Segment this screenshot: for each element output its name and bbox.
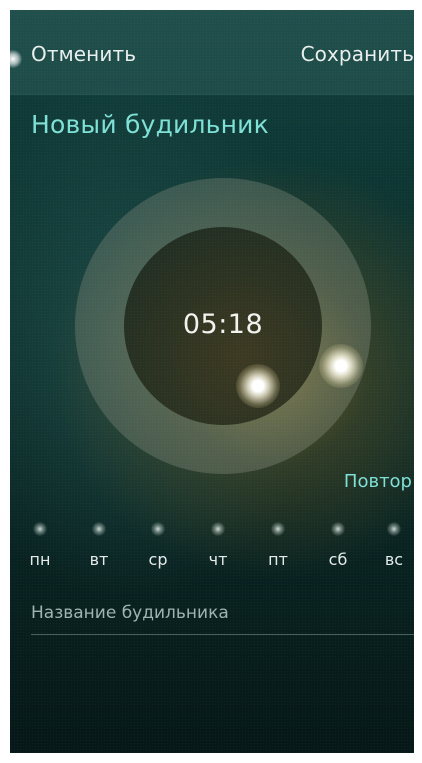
day-label: чт bbox=[208, 550, 228, 569]
time-display: 05:18 bbox=[182, 309, 264, 340]
day-indicator-icon bbox=[151, 522, 165, 536]
day-toggle-mon[interactable]: пн bbox=[20, 520, 60, 580]
day-indicator-icon bbox=[271, 522, 285, 536]
day-toggle-wed[interactable]: ср bbox=[138, 520, 178, 580]
repeat-button[interactable]: Повтор bbox=[344, 471, 412, 492]
day-indicator-icon bbox=[387, 522, 401, 536]
time-dial[interactable]: 05:18 bbox=[75, 178, 371, 474]
save-button[interactable]: Сохранить bbox=[301, 42, 414, 66]
page-title: Новый будильник bbox=[31, 110, 269, 139]
day-indicator-icon bbox=[211, 522, 225, 536]
day-indicator-icon bbox=[33, 522, 47, 536]
day-label: ср bbox=[148, 550, 168, 569]
day-indicator-icon bbox=[331, 522, 345, 536]
glow-icon bbox=[10, 50, 22, 68]
day-toggle-fri[interactable]: пт bbox=[258, 520, 298, 580]
day-label: пн bbox=[29, 550, 51, 569]
dial-center: 05:18 bbox=[124, 227, 322, 425]
weekday-selector: пн вт ср чт пт сб вс bbox=[10, 520, 414, 580]
day-label: вт bbox=[89, 550, 109, 569]
day-toggle-thu[interactable]: чт bbox=[198, 520, 238, 580]
day-toggle-sun[interactable]: вс bbox=[374, 520, 414, 580]
day-toggle-tue[interactable]: вт bbox=[79, 520, 119, 580]
alarm-screen: Отменить Сохранить Новый будильник 05:18… bbox=[10, 10, 414, 753]
top-bar: Отменить Сохранить bbox=[10, 10, 414, 95]
day-toggle-sat[interactable]: сб bbox=[318, 520, 358, 580]
day-label: сб bbox=[328, 550, 348, 569]
day-label: вс bbox=[384, 550, 404, 569]
minute-handle[interactable] bbox=[319, 344, 363, 388]
day-indicator-icon bbox=[92, 522, 106, 536]
hour-handle[interactable] bbox=[236, 364, 280, 408]
day-label: пт bbox=[268, 550, 288, 569]
cancel-button[interactable]: Отменить bbox=[31, 42, 136, 66]
alarm-name-input[interactable] bbox=[31, 598, 414, 635]
